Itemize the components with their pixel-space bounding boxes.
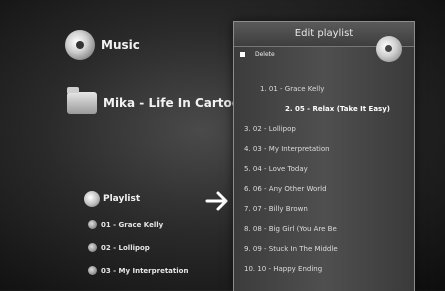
edit-playlist-item-label: 5. 04 - Love Today: [244, 165, 308, 173]
edit-playlist-item-selected[interactable]: 2. 05 - Relax (Take It Easy): [234, 99, 414, 119]
folder-icon: [67, 87, 97, 114]
edit-playlist-item[interactable]: 7. 07 - Billy Brown: [234, 199, 414, 219]
playlist-track[interactable]: 02 - Lollipop: [88, 236, 188, 259]
edit-playlist-item[interactable]: 10. 10 - Happy Ending: [234, 259, 414, 279]
edit-playlist-item[interactable]: 9. 09 - Stuck In The Middle: [234, 239, 414, 259]
playlist-title: Playlist: [103, 194, 141, 204]
edit-playlist-item-label: 9. 09 - Stuck In The Middle: [244, 245, 338, 253]
track-disc-icon: [88, 220, 97, 229]
edit-playlist-item[interactable]: 5. 04 - Love Today: [234, 159, 414, 179]
edit-playlist-item-label: 3. 02 - Lollipop: [244, 125, 296, 133]
media-player-screen: Music Mika - Life In Cartoon Moti Playli…: [0, 0, 445, 291]
delete-button[interactable]: Delete: [240, 51, 275, 58]
edit-playlist-item-label: 8. 08 - Big Girl (You Are Be: [244, 225, 337, 233]
music-label: Music: [101, 38, 140, 52]
playlist-icon: [84, 191, 100, 207]
edit-playlist-item-label: 4. 03 - My Interpretation: [244, 145, 330, 153]
edit-playlist-item[interactable]: 6. 06 - Any Other World: [234, 179, 414, 199]
track-disc-icon: [88, 243, 97, 252]
edit-playlist-item-label: 7. 07 - Billy Brown: [244, 205, 308, 213]
track-label: 02 - Lollipop: [101, 243, 150, 252]
playlist-track[interactable]: 01 - Grace Kelly: [88, 213, 188, 236]
edit-playlist-item-label: 1. 01 - Grace Kelly: [260, 85, 325, 93]
edit-playlist-list: 1. 01 - Grace Kelly 2. 05 - Relax (Take …: [234, 79, 414, 279]
playlist-track[interactable]: 03 - My Interpretation: [88, 259, 188, 282]
playlist-track-list: 01 - Grace Kelly 02 - Lollipop 03 - My I…: [88, 213, 188, 282]
edit-playlist-item[interactable]: 8. 08 - Big Girl (You Are Be: [234, 219, 414, 239]
edit-playlist-item[interactable]: 4. 03 - My Interpretation: [234, 139, 414, 159]
delete-checkbox-icon: [240, 52, 245, 57]
edit-playlist-panel: Edit playlist Delete 1. 01 - Grace Kelly…: [233, 21, 415, 291]
track-disc-icon: [88, 266, 97, 275]
right-arrow-icon: [205, 191, 228, 211]
delete-label: Delete: [255, 51, 275, 58]
edit-playlist-item[interactable]: 3. 02 - Lollipop: [234, 119, 414, 139]
playlist-header[interactable]: Playlist: [84, 191, 140, 207]
edit-playlist-item-label: 2. 05 - Relax (Take It Easy): [285, 105, 390, 113]
menu-item-music[interactable]: Music: [65, 30, 140, 60]
panel-disc-icon: [376, 36, 402, 62]
music-disc-icon: [65, 30, 95, 60]
track-label: 01 - Grace Kelly: [101, 220, 164, 229]
edit-playlist-item-label: 6. 06 - Any Other World: [244, 185, 327, 193]
track-label: 03 - My Interpretation: [101, 266, 189, 275]
edit-playlist-item[interactable]: 1. 01 - Grace Kelly: [234, 79, 414, 99]
edit-playlist-item-label: 10. 10 - Happy Ending: [244, 265, 323, 273]
